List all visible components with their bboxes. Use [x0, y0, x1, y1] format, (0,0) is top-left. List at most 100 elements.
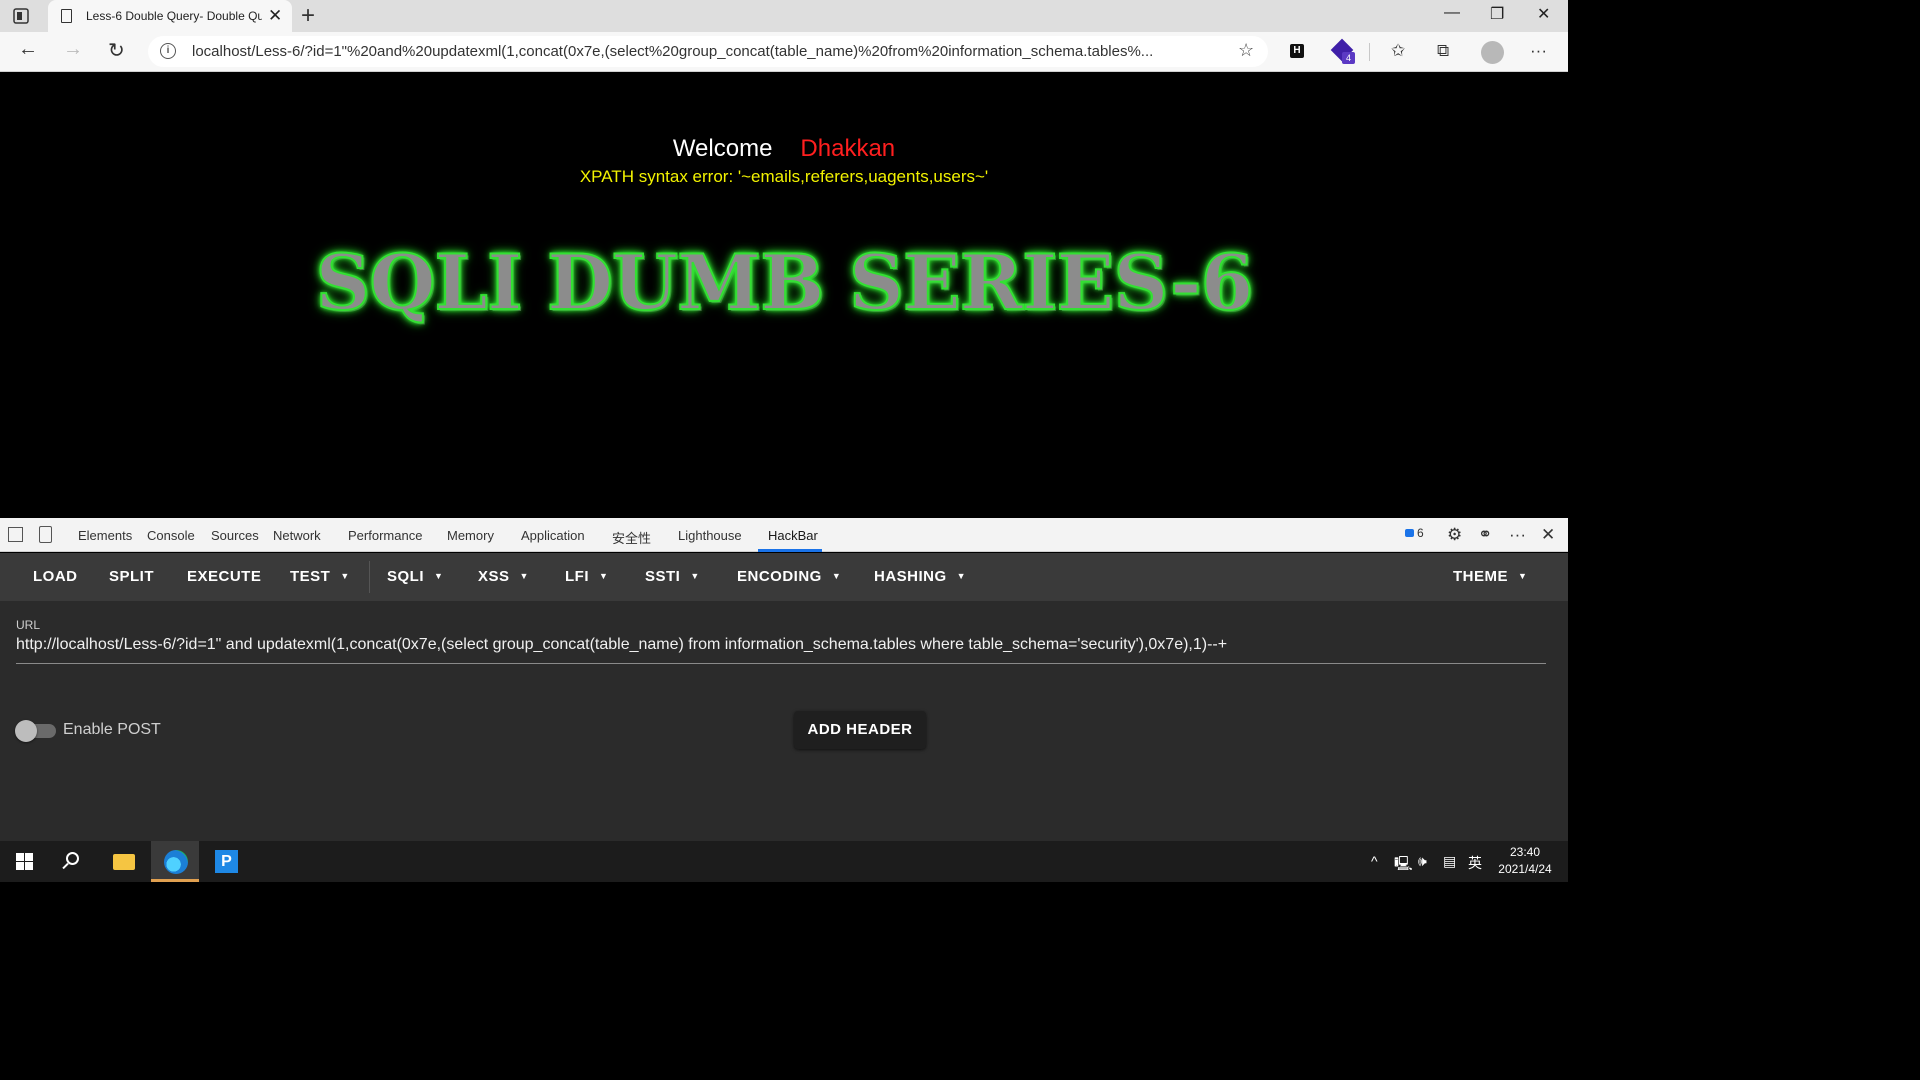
tab-title: Less-6 Double Query- Double Quotes- Stri…: [86, 9, 262, 23]
edge-taskbar-item[interactable]: [151, 841, 199, 882]
device-toolbar-icon[interactable]: [39, 526, 52, 543]
tab-elements[interactable]: Elements: [78, 528, 132, 543]
more-menu-icon[interactable]: ···: [1530, 41, 1547, 61]
system-clock[interactable]: 23:40 2021/4/24: [1492, 844, 1558, 878]
load-button[interactable]: LOAD: [33, 568, 78, 585]
windows-taskbar: P ^ 🖳 🕪 ▤ 英 23:40 2021/4/24: [0, 841, 1568, 882]
notification-icon[interactable]: ▤: [1443, 853, 1456, 870]
ssti-menu-button[interactable]: SSTI ▼: [645, 568, 700, 585]
volume-icon[interactable]: 🕪: [1418, 853, 1427, 870]
ime-indicator[interactable]: 英: [1468, 853, 1482, 873]
hashing-menu-button[interactable]: HASHING ▼: [874, 568, 966, 585]
address-url[interactable]: localhost/Less-6/?id=1"%20and%20updatexm…: [192, 43, 1222, 60]
collections-icon[interactable]: ⧉: [1437, 41, 1449, 61]
tab-memory[interactable]: Memory: [447, 528, 494, 543]
hackbar-extension-icon[interactable]: H: [1290, 44, 1304, 58]
xss-menu-button[interactable]: XSS ▼: [478, 568, 529, 585]
test-label: TEST: [290, 568, 331, 585]
sqli-menu-button[interactable]: SQLI ▼: [387, 568, 443, 585]
lfi-label: LFI: [565, 568, 589, 585]
favorites-icon[interactable]: ✩: [1391, 41, 1405, 61]
sqli-banner-logo: SQLI DUMB SERIES-6: [314, 237, 1254, 328]
caret-down-icon: ▼: [956, 571, 967, 581]
issues-counter[interactable]: 6: [1405, 526, 1435, 544]
welcome-text: Welcome: [672, 135, 773, 162]
toolbar-divider: [369, 561, 370, 593]
issues-icon: [1405, 529, 1414, 537]
theme-menu-button[interactable]: THEME ▼: [1453, 568, 1527, 585]
profile-avatar[interactable]: [1481, 41, 1504, 64]
toggle-knob[interactable]: [15, 720, 37, 742]
network-icon[interactable]: 🖳: [1394, 853, 1413, 877]
sqli-label: SQLI: [387, 568, 425, 585]
theme-label: THEME: [1453, 568, 1508, 585]
hashing-label: HASHING: [874, 568, 947, 585]
encoding-menu-button[interactable]: ENCODING ▼: [737, 568, 841, 585]
close-window-button[interactable]: ✕: [1537, 4, 1550, 24]
tab-performance[interactable]: Performance: [348, 528, 422, 543]
add-favorite-icon[interactable]: ☆: [1238, 40, 1254, 61]
phpstudy-icon[interactable]: P: [215, 850, 238, 873]
settings-gear-icon[interactable]: ⚙: [1447, 525, 1462, 545]
back-button[interactable]: ←: [18, 38, 38, 61]
tab-hackbar[interactable]: HackBar: [768, 528, 818, 543]
active-tab-indicator: [758, 549, 822, 552]
issues-count: 6: [1417, 526, 1424, 540]
browser-tab[interactable]: Less-6 Double Query- Double Quotes- Stri…: [48, 0, 292, 32]
search-icon[interactable]: [66, 852, 79, 865]
split-button[interactable]: SPLIT: [109, 568, 154, 585]
file-explorer-icon[interactable]: [113, 854, 135, 870]
welcome-line: Welcome Dhakkan: [0, 135, 1568, 163]
caret-down-icon: ▼: [690, 571, 700, 581]
xss-label: XSS: [478, 568, 510, 585]
user-name: Dhakkan: [800, 135, 896, 162]
tab-security[interactable]: 安全性: [612, 528, 651, 547]
restore-button[interactable]: ❐: [1490, 4, 1504, 24]
close-devtools-icon[interactable]: ✕: [1541, 525, 1555, 545]
start-windows-icon[interactable]: [16, 853, 33, 870]
web-page: Welcome Dhakkan XPATH syntax error: '~ema…: [0, 73, 1568, 518]
caret-down-icon: ▼: [340, 571, 350, 581]
address-bar[interactable]: i localhost/Less-6/?id=1"%20and%20update…: [148, 36, 1268, 67]
tab-network[interactable]: Network: [273, 528, 321, 543]
devtools-more-icon[interactable]: ···: [1509, 525, 1526, 545]
navigation-bar: ← → ↻ i localhost/Less-6/?id=1"%20and%20…: [0, 32, 1568, 72]
xpath-error-message: XPATH syntax error: '~emails,referers,ua…: [579, 167, 989, 186]
hackbar-panel: URL http://localhost/Less-6/?id=1" and u…: [0, 601, 1568, 841]
enable-post-label: Enable POST: [63, 721, 161, 738]
inspect-element-icon[interactable]: [8, 527, 23, 542]
tab-lighthouse[interactable]: Lighthouse: [678, 528, 742, 543]
encoding-label: ENCODING: [737, 568, 822, 585]
tab-application[interactable]: Application: [521, 528, 585, 543]
title-bar: Less-6 Double Query- Double Quotes- Stri…: [0, 0, 1568, 32]
ssti-label: SSTI: [645, 568, 681, 585]
tab-actions-icon[interactable]: [12, 7, 32, 25]
close-tab-icon[interactable]: ✕: [268, 6, 282, 26]
url-input[interactable]: http://localhost/Less-6/?id=1" and updat…: [16, 636, 1546, 664]
caret-down-icon: ▼: [519, 571, 529, 581]
site-info-icon[interactable]: i: [160, 43, 176, 59]
show-hidden-icons-icon[interactable]: ^: [1371, 853, 1378, 869]
tab-sources[interactable]: Sources: [211, 528, 259, 543]
page-icon: [61, 9, 72, 23]
caret-down-icon: ▼: [1518, 571, 1528, 581]
devtools-tab-bar: Elements Console Sources Network Perform…: [0, 518, 1568, 552]
caret-down-icon: ▼: [434, 571, 444, 581]
caret-down-icon: ▼: [599, 571, 609, 581]
edge-browser-icon: [164, 850, 188, 874]
refresh-button[interactable]: ↻: [108, 38, 125, 63]
caret-down-icon: ▼: [831, 571, 842, 581]
toolbar-divider: [1369, 43, 1370, 61]
test-menu-button[interactable]: TEST ▼: [290, 568, 350, 585]
execute-button[interactable]: EXECUTE: [187, 568, 261, 585]
clock-time: 23:40: [1509, 845, 1541, 859]
extension-badge: 4: [1342, 52, 1355, 64]
tab-console[interactable]: Console: [147, 528, 195, 543]
url-field-label: URL: [16, 618, 41, 632]
lfi-menu-button[interactable]: LFI ▼: [565, 568, 608, 585]
add-header-button[interactable]: ADD HEADER: [794, 711, 926, 749]
customize-icon[interactable]: ⚭: [1478, 525, 1492, 545]
minimize-button[interactable]: —: [1444, 4, 1460, 22]
forward-button[interactable]: →: [63, 38, 83, 61]
new-tab-button[interactable]: +: [301, 2, 315, 30]
